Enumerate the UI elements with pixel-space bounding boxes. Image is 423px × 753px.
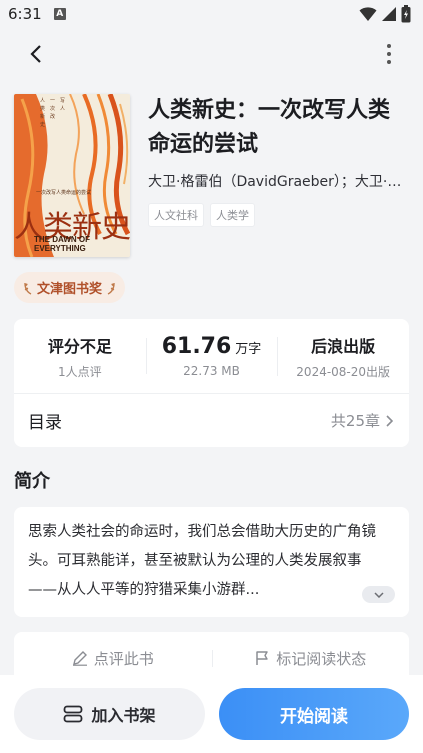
publisher-name: 后浪出版 <box>311 336 376 356</box>
file-size: 22.73 MB <box>183 364 240 378</box>
status-time: 6:31 <box>8 5 42 23</box>
intro-card[interactable]: 思索人类社会的命运时，我们总会借助大历史的广角镜头。可耳熟能详，甚至被默认为公理… <box>14 507 409 617</box>
svg-text:一次改写人类命运的尝试: 一次改写人类命运的尝试 <box>36 189 91 196</box>
book-cover[interactable]: 人类新史 一次改 写人 一次改写人类命运的尝试 人类新史 THE DAWN OF… <box>14 94 130 257</box>
bookshelf-icon <box>64 705 83 723</box>
more-options-button[interactable] <box>375 40 403 68</box>
expand-intro-button[interactable] <box>362 586 395 603</box>
publisher-stat[interactable]: 后浪出版 2024-08-20出版 <box>277 333 409 380</box>
words-stat: 61.76 万字 22.73 MB <box>145 334 278 378</box>
sim-badge-icon: A <box>53 8 66 20</box>
rating-stat[interactable]: 评分不足 1人点评 <box>14 333 146 380</box>
review-book-button[interactable]: 点评此书 <box>14 648 212 669</box>
stats-row: 评分不足 1人点评 61.76 万字 22.73 MB 后浪出版 2024-08… <box>14 319 409 393</box>
award-label: 文津图书奖 <box>37 282 103 297</box>
svg-text:新: 新 <box>40 113 45 120</box>
pencil-icon <box>72 651 87 666</box>
signal-icon <box>382 7 396 21</box>
toc-count: 共25章 <box>331 410 393 431</box>
toc-label: 目录 <box>28 413 62 433</box>
svg-text:一: 一 <box>50 98 55 104</box>
laurel-left-icon <box>24 282 32 295</box>
chevron-down-icon <box>373 591 384 598</box>
back-button[interactable] <box>22 40 50 68</box>
start-reading-button[interactable]: 开始阅读 <box>219 688 409 740</box>
tag-list: 人文社科 人类学 <box>148 203 409 227</box>
battery-icon <box>401 5 411 23</box>
top-bar <box>0 28 423 80</box>
toc-row[interactable]: 目录 共25章 <box>14 393 409 447</box>
more-vertical-icon <box>387 44 391 64</box>
cover-title-en: THE DAWN OF EVERYTHING <box>34 235 90 253</box>
mark-status-button[interactable]: 标记阅读状态 <box>211 648 410 669</box>
svg-text:写: 写 <box>60 98 65 104</box>
award-badge[interactable]: 文津图书奖 <box>14 272 126 303</box>
book-title: 人类新史：一次改写人类命运的尝试 <box>148 98 391 157</box>
svg-text:改: 改 <box>50 113 55 120</box>
intro-section-title: 简介 <box>14 471 50 492</box>
book-info: 人类新史：一次改写人类命运的尝试 大卫·格雷伯（DavidGraeber）；大卫… <box>148 94 409 257</box>
publish-date: 2024-08-20出版 <box>296 364 391 379</box>
bottom-bar: 加入书架 开始阅读 <box>0 675 423 753</box>
toc-chapter-count: 共25章 <box>330 412 380 430</box>
book-author[interactable]: 大卫·格雷伯（DavidGraeber）；大卫·温格罗 <box>148 171 409 191</box>
wifi-icon <box>359 7 377 21</box>
add-to-shelf-label: 加入书架 <box>91 706 156 725</box>
laurel-right-icon <box>107 282 115 295</box>
svg-text:史: 史 <box>40 121 45 128</box>
tag-item[interactable]: 人类学 <box>210 203 255 227</box>
rating-sub: 1人点评 <box>58 364 102 379</box>
chevron-right-icon <box>386 414 393 427</box>
status-bar: 6:31 A <box>0 0 423 28</box>
svg-text:人: 人 <box>60 106 65 112</box>
stats-card: 评分不足 1人点评 61.76 万字 22.73 MB 后浪出版 2024-08… <box>14 319 409 447</box>
tag-item[interactable]: 人文社科 <box>148 203 204 227</box>
book-header: 人类新史 一次改 写人 一次改写人类命运的尝试 人类新史 THE DAWN OF… <box>0 80 423 257</box>
add-to-shelf-button[interactable]: 加入书架 <box>14 688 205 740</box>
word-count: 61.76 <box>161 334 232 359</box>
review-book-label: 点评此书 <box>93 649 154 668</box>
chevron-left-icon <box>30 45 41 63</box>
mark-status-label: 标记阅读状态 <box>276 649 367 668</box>
flag-icon <box>256 651 268 665</box>
intro-text: 思索人类社会的命运时，我们总会借助大历史的广角镜头。可耳熟能详，甚至被默认为公理… <box>28 524 376 598</box>
word-count-unit: 万字 <box>235 342 262 357</box>
rating-main: 评分不足 <box>47 336 112 356</box>
svg-text:人: 人 <box>40 98 45 104</box>
svg-text:类: 类 <box>40 105 45 112</box>
svg-text:次: 次 <box>50 105 55 112</box>
